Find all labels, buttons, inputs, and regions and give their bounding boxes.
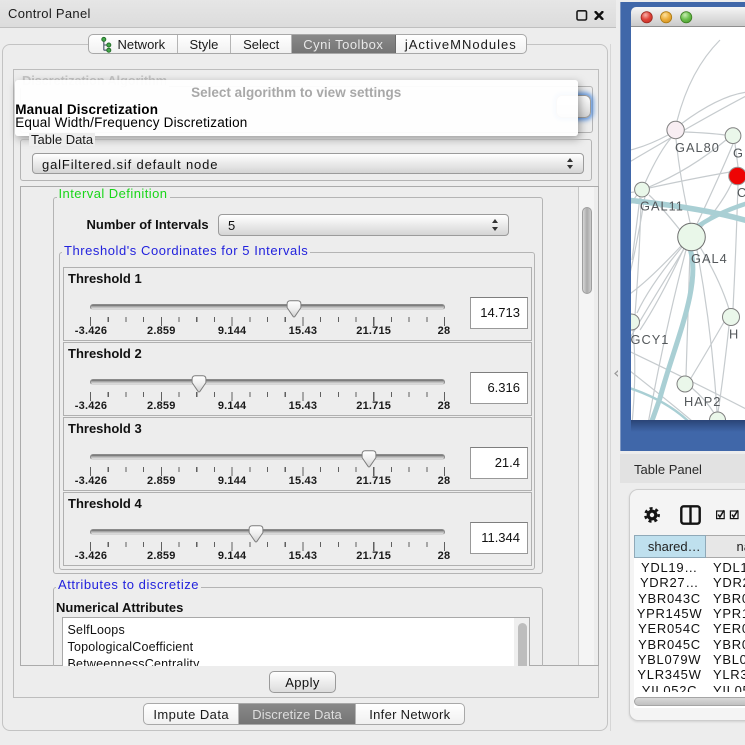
svg-text:C: C <box>737 185 745 200</box>
svg-text:GAL4: GAL4 <box>691 251 728 266</box>
svg-text:GCY1: GCY1 <box>631 332 669 347</box>
svg-text:GAL80: GAL80 <box>675 140 720 155</box>
svg-text:G.: G. <box>733 146 745 161</box>
svg-text:GAL11: GAL11 <box>640 199 684 214</box>
svg-text:HAP2: HAP2 <box>684 394 721 409</box>
svg-text:H: H <box>729 327 739 342</box>
